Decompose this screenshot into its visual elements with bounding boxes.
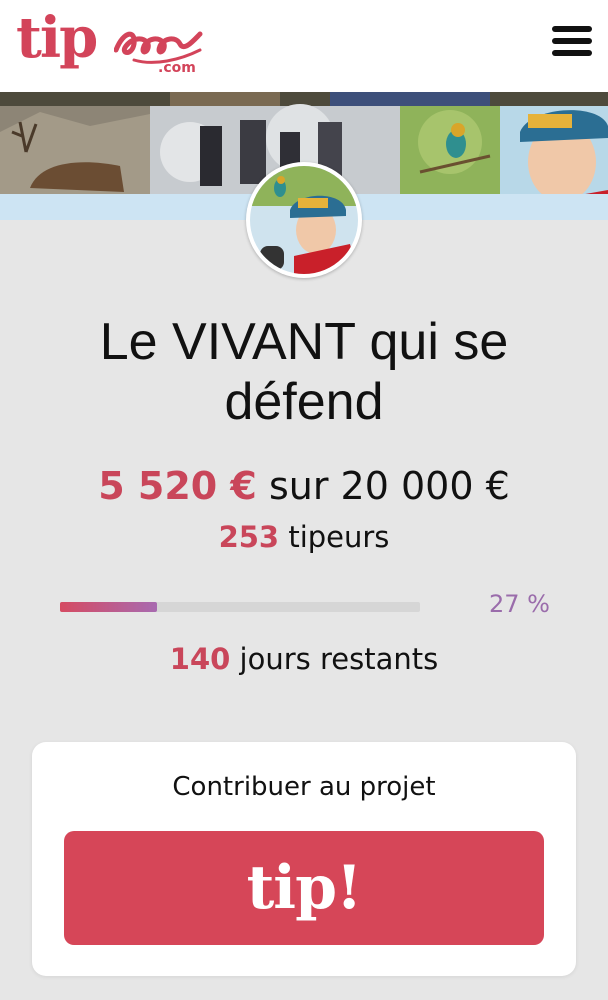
tip-button[interactable]: tip! (64, 831, 544, 945)
tippers-label: tipeurs (288, 520, 390, 554)
funding-amount: 5 520 € sur 20 000 € (0, 462, 608, 510)
logo-text: tip (16, 5, 98, 71)
project-title: Le VIVANT qui se défend (99, 313, 509, 431)
amount-raised: 5 520 € (98, 464, 257, 508)
contribute-card: Contribuer au projet tip! (32, 742, 576, 976)
progress-percent: 27 % (489, 590, 550, 618)
tippers-number: 253 (218, 520, 280, 554)
logo-domain: .com (158, 60, 196, 76)
days-number: 140 (169, 642, 231, 676)
hamburger-menu-icon[interactable] (552, 26, 592, 62)
tipeee-logo[interactable]: tip .com (16, 5, 203, 86)
top-bar: tip .com (0, 0, 608, 92)
days-remaining: 140 jours restants (0, 640, 608, 678)
funding-goal: sur 20 000 € (268, 464, 510, 508)
progress-bar (60, 602, 420, 612)
creator-avatar[interactable] (246, 162, 362, 278)
progress-bar-fill (60, 602, 158, 612)
contribute-label: Contribuer au projet (172, 772, 436, 802)
tip-button-label: tip! (246, 853, 363, 923)
days-label: jours restants (239, 642, 439, 676)
tippers-count: 253 tipeurs (0, 518, 608, 556)
